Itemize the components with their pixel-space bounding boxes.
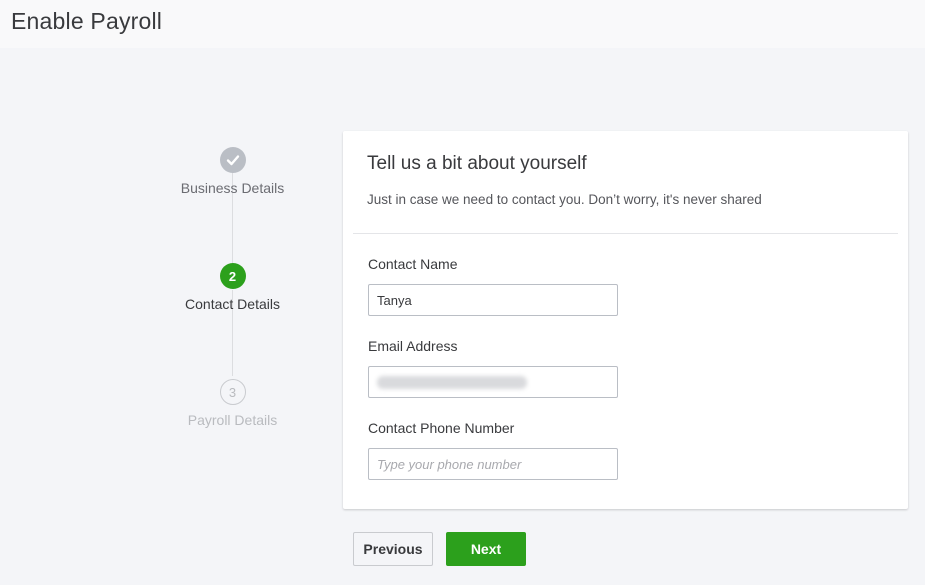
checkmark-icon <box>219 147 246 173</box>
step-business-details: Business Details <box>160 147 305 197</box>
form-title: Tell us a bit about yourself <box>367 153 587 174</box>
divider <box>353 233 898 234</box>
step-contact-details: 2 Contact Details <box>160 263 305 313</box>
page-header: Enable Payroll <box>0 0 925 48</box>
step-label: Contact Details <box>185 296 280 312</box>
contact-name-input[interactable] <box>368 284 618 316</box>
contact-name-label: Contact Name <box>368 256 458 272</box>
step-payroll-details: 3 Payroll Details <box>160 379 305 429</box>
email-label: Email Address <box>368 338 458 354</box>
step-number: 2 <box>219 263 246 289</box>
form-subtitle: Just in case we need to contact you. Don… <box>367 192 762 207</box>
next-button[interactable]: Next <box>446 532 526 566</box>
step-label: Payroll Details <box>187 412 278 428</box>
previous-button[interactable]: Previous <box>353 532 433 566</box>
email-input[interactable] <box>368 366 618 398</box>
progress-stepper: Business Details 2 Contact Details 3 Pay… <box>160 140 305 440</box>
contact-form-card: Tell us a bit about yourself Just in cas… <box>343 131 908 509</box>
redacted-email-value <box>377 376 527 389</box>
phone-label: Contact Phone Number <box>368 420 515 436</box>
step-number: 3 <box>219 379 246 405</box>
phone-input[interactable] <box>368 448 618 480</box>
page-title: Enable Payroll <box>11 8 163 34</box>
step-label: Business Details <box>180 180 285 196</box>
